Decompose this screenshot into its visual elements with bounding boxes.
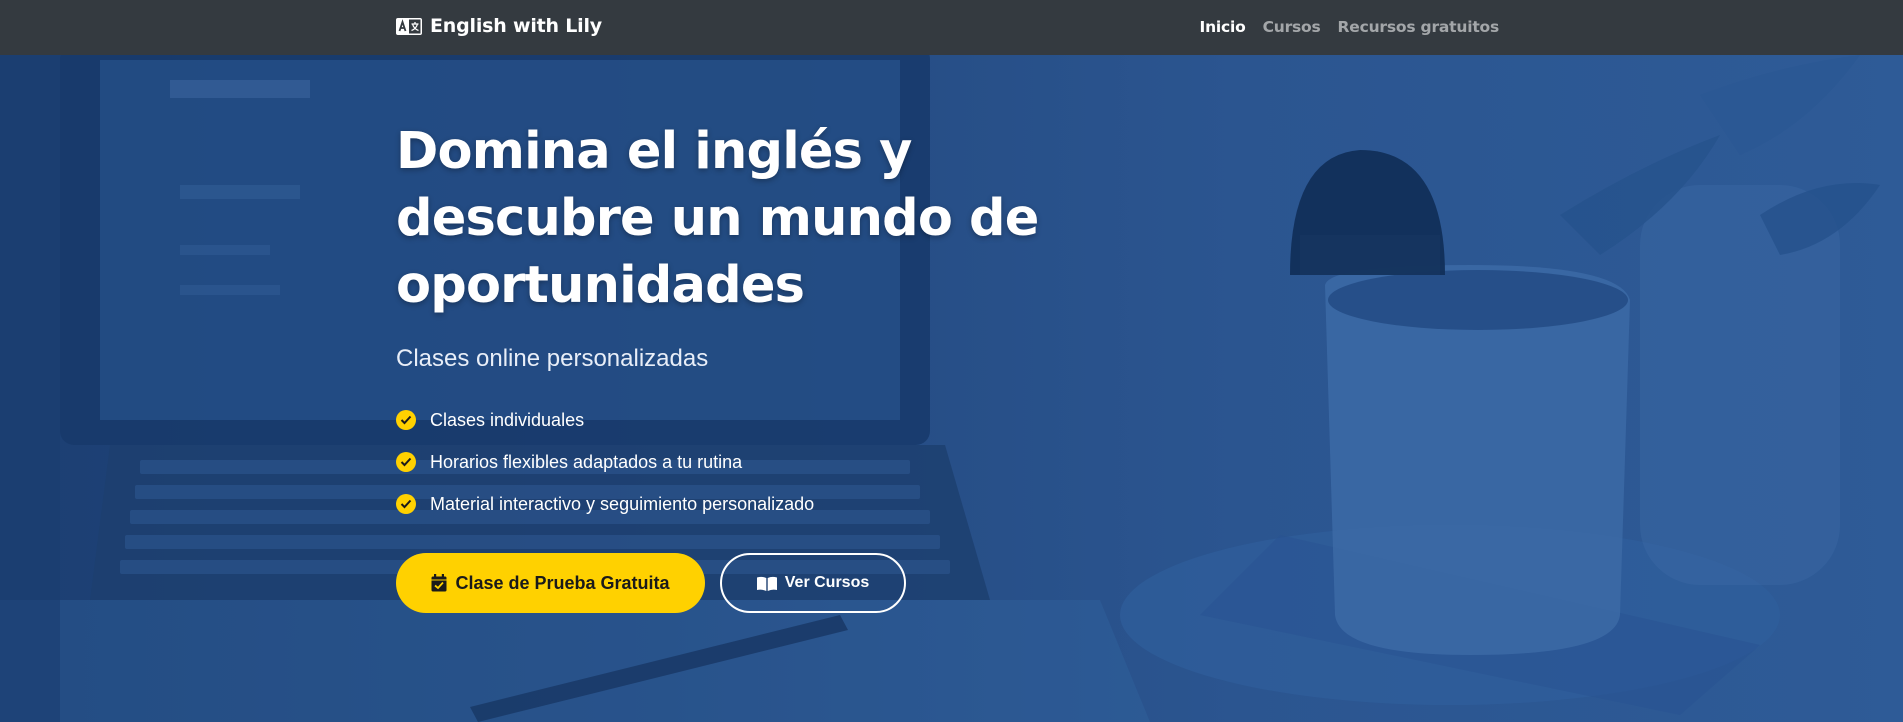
nav-links: Inicio Cursos Recursos gratuitos [1200, 18, 1500, 36]
hero-content: Domina el inglés y descubre un mundo de … [396, 118, 1096, 613]
language-icon [396, 17, 422, 35]
feature-text: Material interactivo y seguimiento perso… [430, 493, 815, 514]
check-circle-icon [396, 452, 416, 472]
calendar-check-icon [431, 574, 447, 592]
cta-buttons: Clase de Prueba Gratuita Ver Cursos [396, 553, 1096, 613]
feature-item: Clases individuales [396, 399, 1096, 441]
hero-section: Domina el inglés y descubre un mundo de … [0, 55, 1903, 722]
free-trial-button-label: Clase de Prueba Gratuita [455, 572, 670, 593]
feature-item: Material interactivo y seguimiento perso… [396, 483, 1096, 525]
feature-list: Clases individuales Horarios flexibles a… [396, 399, 1096, 525]
hero-title: Domina el inglés y descubre un mundo de … [396, 122, 1039, 315]
book-open-icon [756, 576, 777, 591]
feature-text: Horarios flexibles adaptados a tu rutina [430, 451, 743, 472]
nav-link-recursos-gratuitos[interactable]: Recursos gratuitos [1338, 18, 1500, 36]
nav-link-cursos[interactable]: Cursos [1263, 18, 1321, 36]
navbar: English with Lily Inicio Cursos Recursos… [0, 0, 1903, 55]
check-circle-icon [396, 410, 416, 430]
brand-name: English with Lily [430, 15, 602, 37]
feature-text: Clases individuales [430, 409, 585, 430]
view-courses-button-label: Ver Cursos [784, 574, 870, 591]
view-courses-button[interactable]: Ver Cursos [720, 553, 906, 613]
feature-item: Horarios flexibles adaptados a tu rutina [396, 441, 1096, 483]
free-trial-button[interactable]: Clase de Prueba Gratuita [396, 553, 705, 613]
check-circle-icon [396, 494, 416, 514]
brand-link[interactable]: English with Lily [396, 15, 602, 37]
hero-subtitle: Clases online personalizadas [396, 345, 709, 372]
nav-link-inicio[interactable]: Inicio [1200, 18, 1246, 36]
